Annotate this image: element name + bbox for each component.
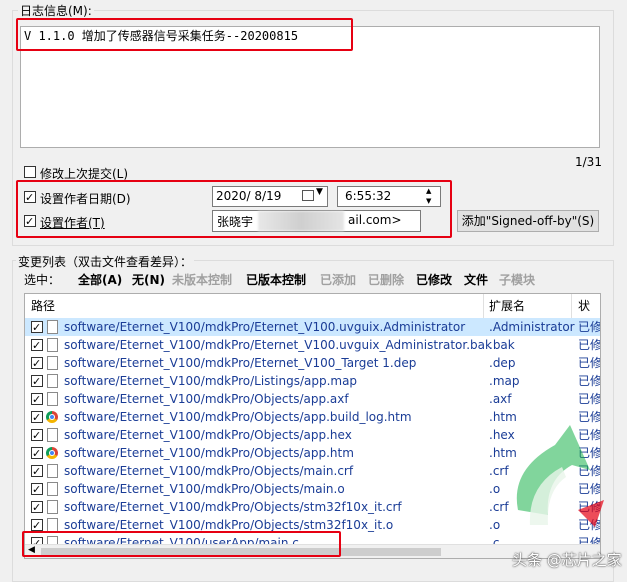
row-checkbox[interactable] [31,393,43,405]
time-spin-up-icon[interactable]: ▲ [426,186,431,196]
chevron-down-icon[interactable]: ▼ [316,187,323,197]
time-value: 6:55:32 [345,189,392,203]
log-group-title: 日志信息(M): [18,2,94,19]
watermark: 头条 @芯片之家 [512,551,622,569]
changes-group-title: 变更列表（双击文件查看差异）： [16,253,195,270]
filter-all[interactable]: 全部(A) [78,271,122,288]
row-checkbox[interactable] [31,519,43,531]
file-icon [47,464,58,478]
row-status: 已修 [578,374,601,388]
file-icon [47,428,58,442]
file-icon [47,374,58,388]
amend-checkbox[interactable] [24,166,36,178]
tortoisegit-logo [516,425,604,527]
message-highlight [16,18,353,51]
row-ext: .bak [489,338,515,352]
row-path: software/Eternet_V100/mdkPro/Eternet_V10… [64,356,417,370]
author-date-checkbox[interactable] [24,191,36,203]
row-checkbox[interactable] [31,447,43,459]
filter-files[interactable]: 文件 [464,271,488,288]
row-path: software/Eternet_V100/mdkPro/Objects/app… [64,446,354,460]
row-checkbox[interactable] [31,375,43,387]
table-row[interactable]: software/Eternet_V100/mdkPro/Eternet_V10… [25,318,600,336]
column-status[interactable]: 状态 [578,294,600,337]
row-ext: .map [489,374,520,388]
author-date-label: 设置作者日期(D) [40,192,131,206]
row-checkbox[interactable] [31,339,43,351]
row-ext: .o [489,518,501,532]
time-spin-down-icon[interactable]: ▼ [426,196,431,206]
filter-versioned[interactable]: 已版本控制 [246,271,306,288]
row-checkbox[interactable] [31,429,43,441]
row-path: software/Eternet_V100/mdkPro/Eternet_V10… [64,320,466,334]
column-path[interactable]: 路径 [31,294,55,318]
calendar-icon[interactable] [302,190,314,201]
row-checkbox[interactable] [31,357,43,369]
chrome-icon [46,447,58,459]
row-status: 已修 [578,392,601,406]
file-icon [47,500,58,514]
row-path: software/Eternet_V100/mdkPro/Objects/app… [64,410,412,424]
chrome-icon [46,411,58,423]
column-divider[interactable] [571,294,572,318]
row-ext: .dep [489,356,516,370]
row-checkbox[interactable] [31,465,43,477]
filter-modified[interactable]: 已修改 [416,271,452,288]
filter-none[interactable]: 无(N) [132,271,165,288]
row-path: software/Eternet_V100/mdkPro/Eternet_V10… [64,338,492,352]
file-icon [47,338,58,352]
row-path: software/Eternet_V100/mdkPro/Listings/ap… [64,374,358,388]
author-name-suffix: ail.com> [348,213,402,227]
file-icon [47,320,58,334]
row-ext: .axf [489,392,512,406]
author-label: 设置作者(T) [40,216,105,230]
column-divider[interactable] [483,294,484,318]
row-checkbox[interactable] [31,411,43,423]
table-row[interactable]: software/Eternet_V100/mdkPro/Listings/ap… [25,372,600,390]
row-checkbox[interactable] [31,321,43,333]
filter-added: 已添加 [320,273,357,287]
author-redacted [258,211,344,231]
row-status: 已修 [578,338,601,352]
filter-submodules: 子模块 [499,273,536,287]
author-checkbox[interactable] [24,215,36,227]
row-checkbox[interactable] [31,483,43,495]
row-path: software/Eternet_V100/mdkPro/Objects/stm… [64,500,402,514]
file-icon [47,482,58,496]
table-row[interactable]: software/Eternet_V100/mdkPro/Objects/app… [25,390,600,408]
filter-unversioned: 未版本控制 [172,273,233,287]
date-value: 2020/ 8/19 [216,189,282,203]
file-icon [47,518,58,532]
table-row[interactable]: software/Eternet_V100/mdkPro/Eternet_V10… [25,336,600,354]
column-ext[interactable]: 扩展名 [489,294,525,318]
row-path: software/Eternet_V100/mdkPro/Objects/app… [64,392,349,406]
row-ext: .Administrator [489,320,575,334]
author-name-prefix: 张晓宇 [217,215,254,229]
row-checkbox[interactable] [31,501,43,513]
row-ext: .o [489,482,501,496]
row-status: 已修 [578,320,601,334]
filter-deleted: 已删除 [368,273,405,287]
message-counter: 1/31 [575,155,602,169]
file-icon [47,392,58,406]
row-path: software/Eternet_V100/mdkPro/Objects/mai… [64,464,354,478]
row-status: 已修 [578,356,601,370]
main-c-highlight [22,531,341,557]
file-icon [47,356,58,370]
select-label: 选中： [24,273,61,287]
signed-off-by-label: 添加"Signed-off-by"(S) [461,214,595,228]
table-row[interactable]: software/Eternet_V100/mdkPro/Eternet_V10… [25,354,600,372]
row-path: software/Eternet_V100/mdkPro/Objects/app… [64,428,352,442]
row-path: software/Eternet_V100/mdkPro/Objects/mai… [64,482,345,496]
signed-off-by-button[interactable]: 添加"Signed-off-by"(S) [457,210,599,232]
